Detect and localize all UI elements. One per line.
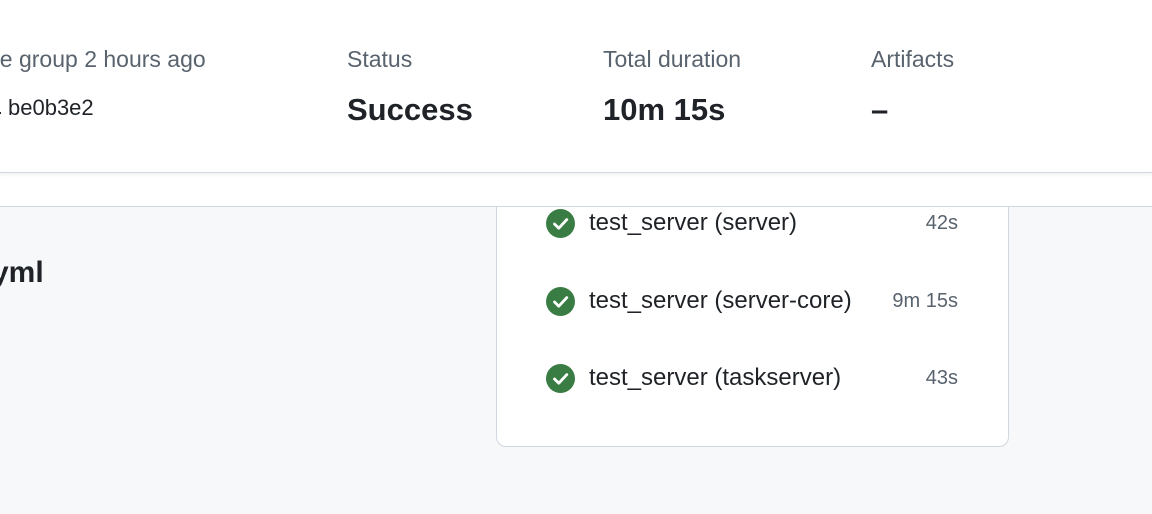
job-duration: 9m 15s (892, 289, 958, 312)
job-duration: 43s (925, 366, 958, 389)
workflow-file-name: yml (0, 256, 44, 289)
artifacts-summary: Artifacts – (871, 44, 954, 128)
duration-summary: Total duration 10m 15s (603, 44, 741, 128)
summary-subbar (0, 173, 1152, 207)
status-summary: Status Success (347, 44, 473, 128)
job-row[interactable]: test_server (server-core) 9m 15s (546, 281, 958, 321)
artifacts-value: – (871, 92, 889, 127)
duration-label: Total duration (603, 46, 742, 72)
job-name[interactable]: test_server (server) (589, 209, 920, 237)
job-name[interactable]: test_server (server-core) (589, 287, 886, 315)
check-circle-icon (546, 286, 575, 316)
job-row[interactable]: test_server (server) 42s (546, 203, 958, 243)
commit-link[interactable]: be0b3e2 (0, 94, 206, 122)
job-name[interactable]: test_server (taskserver) (589, 364, 920, 392)
artifacts-label: Artifacts (871, 46, 955, 72)
status-label: Status (347, 46, 413, 72)
commit-sha[interactable]: be0b3e2 (8, 94, 94, 122)
run-summary-bar: ge group 2 hours ago be0b3e2 Status Succ… (0, 0, 1152, 173)
duration-value: 10m 15s (603, 92, 726, 127)
job-duration: 42s (925, 211, 958, 234)
trigger-summary: ge group 2 hours ago be0b3e2 (0, 44, 206, 122)
git-commit-icon (0, 100, 1, 116)
check-circle-icon (546, 363, 575, 393)
status-value: Success (347, 92, 473, 127)
check-circle-icon (546, 208, 575, 238)
job-row[interactable]: test_server (taskserver) 43s (546, 358, 958, 398)
trigger-text: ge group 2 hours ago (0, 46, 206, 72)
